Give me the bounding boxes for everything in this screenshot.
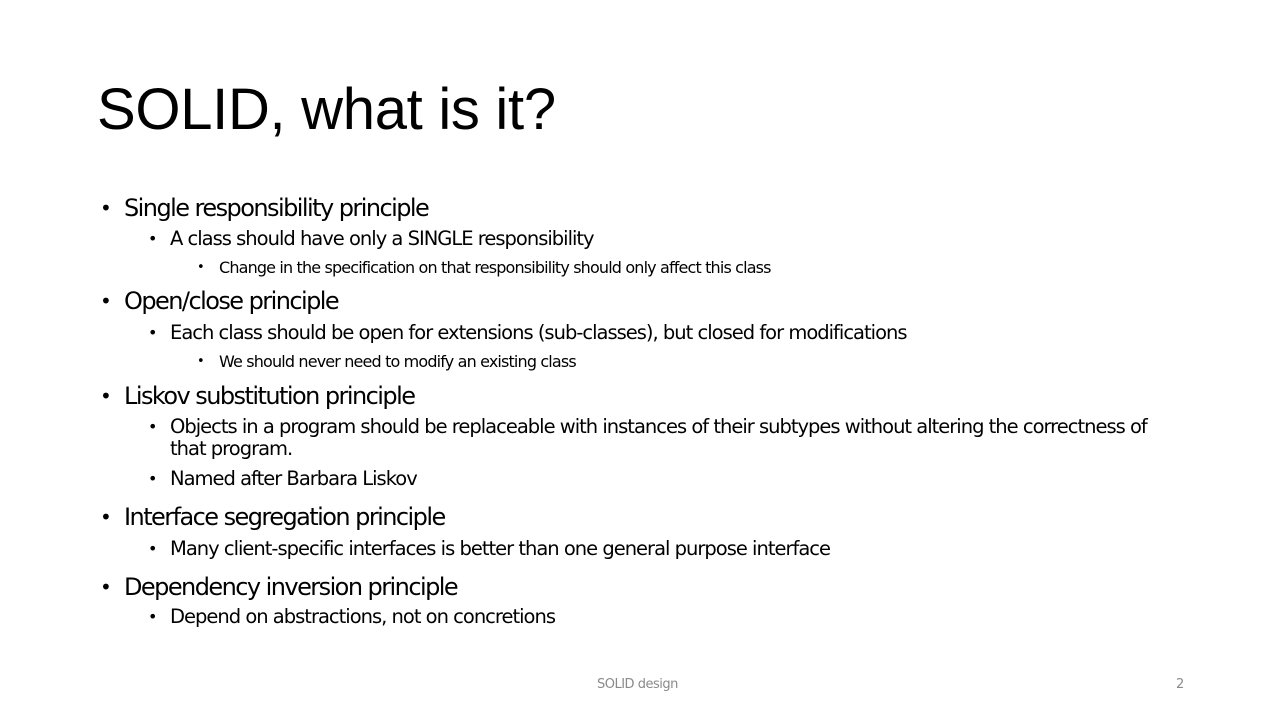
principle-single-responsibility: • Single responsibility principle bbox=[100, 193, 430, 223]
principle-interface-segregation: • Interface segregation principle bbox=[100, 502, 446, 532]
sub-item: • Many client-specific interfaces is bet… bbox=[148, 537, 831, 560]
bullet-icon: • bbox=[148, 417, 157, 436]
sub-item-text: Objects in a program should be replaceab… bbox=[170, 415, 1148, 460]
sub-item: • Each class should be open for extensio… bbox=[148, 321, 908, 344]
sub-item-text: Many client-specific interfaces is bette… bbox=[170, 537, 831, 560]
bullet-icon: • bbox=[197, 260, 205, 275]
sub-item-text: Depend on abstractions, not on concretio… bbox=[170, 605, 556, 628]
principle-dependency-inversion: • Dependency inversion principle bbox=[100, 572, 459, 602]
slide-title: SOLID, what is it? bbox=[97, 77, 556, 142]
principle-liskov-substitution: • Liskov substitution principle bbox=[100, 381, 416, 411]
bullet-icon: • bbox=[100, 196, 112, 220]
principle-open-close: • Open/close principle bbox=[100, 286, 340, 316]
sub-sub-item: • Change in the specification on that re… bbox=[197, 258, 771, 278]
principle-heading: Dependency inversion principle bbox=[124, 573, 459, 601]
principle-heading: Interface segregation principle bbox=[124, 503, 446, 531]
bullet-icon: • bbox=[100, 575, 112, 599]
bullet-icon: • bbox=[148, 607, 157, 626]
bullet-icon: • bbox=[100, 384, 112, 408]
sub-sub-item-text: We should never need to modify an existi… bbox=[219, 352, 577, 371]
sub-item-text: Named after Barbara Liskov bbox=[170, 467, 418, 490]
principle-heading: Single responsibility principle bbox=[124, 194, 430, 222]
principle-heading: Open/close principle bbox=[124, 287, 340, 315]
sub-item-text: Each class should be open for extensions… bbox=[170, 321, 908, 344]
bullet-icon: • bbox=[100, 505, 112, 529]
bullet-icon: • bbox=[148, 229, 157, 248]
bullet-icon: • bbox=[197, 354, 205, 369]
page-number: 2 bbox=[1176, 677, 1184, 692]
sub-item-text: A class should have only a SINGLE respon… bbox=[170, 227, 595, 250]
sub-item: • Objects in a program should be replace… bbox=[148, 416, 1180, 460]
bullet-icon: • bbox=[148, 539, 157, 558]
bullet-icon: • bbox=[100, 289, 112, 313]
sub-item: • Depend on abstractions, not on concret… bbox=[148, 605, 556, 628]
bullet-icon: • bbox=[148, 469, 157, 488]
sub-sub-item: • We should never need to modify an exis… bbox=[197, 352, 577, 372]
sub-item: • A class should have only a SINGLE resp… bbox=[148, 227, 595, 250]
principle-heading: Liskov substitution principle bbox=[124, 382, 416, 410]
sub-item: • Named after Barbara Liskov bbox=[148, 467, 418, 490]
bullet-icon: • bbox=[148, 323, 157, 342]
sub-sub-item-text: Change in the specification on that resp… bbox=[219, 258, 771, 277]
footer-text: SOLID design bbox=[597, 677, 678, 692]
